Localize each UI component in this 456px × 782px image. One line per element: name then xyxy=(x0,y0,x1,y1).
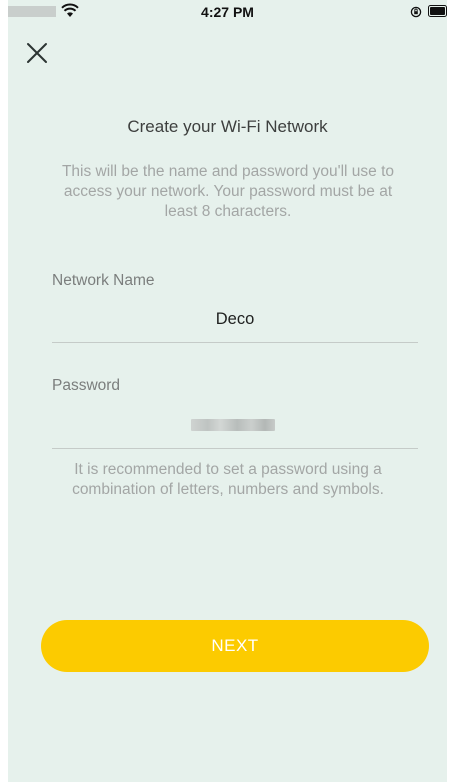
status-time: 4:27 PM xyxy=(201,4,254,20)
next-button[interactable]: NEXT xyxy=(41,620,429,672)
password-hint: It is recommended to set a password usin… xyxy=(72,461,384,498)
password-underline xyxy=(52,448,418,449)
page-title: Create your Wi-Fi Network xyxy=(127,117,328,136)
battery-icon xyxy=(428,5,447,17)
password-input[interactable] xyxy=(191,419,275,431)
status-bar: 4:27 PM xyxy=(8,0,447,24)
network-name-label: Network Name xyxy=(52,272,155,289)
close-icon[interactable] xyxy=(24,40,50,66)
network-name-input[interactable]: Deco xyxy=(52,310,418,329)
wifi-setup-screen: 4:27 PM Create your Wi-Fi Network This w… xyxy=(8,0,447,782)
rotation-lock-icon xyxy=(410,6,422,18)
network-name-underline xyxy=(52,342,418,343)
description-text: This will be the name and password you'l… xyxy=(61,163,395,220)
password-label: Password xyxy=(52,377,121,394)
